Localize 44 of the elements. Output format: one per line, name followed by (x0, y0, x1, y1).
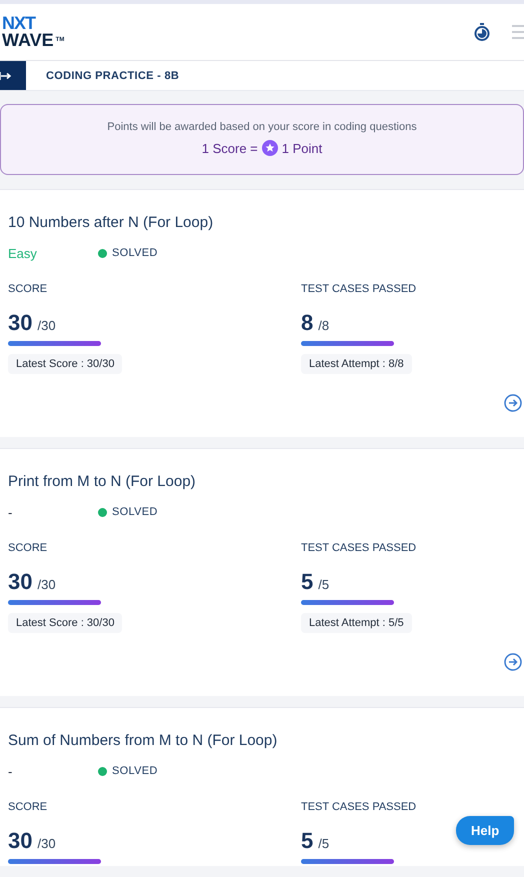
difficulty-label: Easy (8, 246, 38, 260)
stat-label: SCORE (8, 283, 48, 296)
stat-value: 5 (301, 828, 314, 854)
status-label: SOLVED (112, 506, 158, 518)
stat-value: 30 (8, 310, 32, 336)
difficulty-label: - (8, 764, 14, 778)
help-button[interactable]: Help (456, 816, 514, 845)
stat-total: /5 (318, 836, 330, 851)
arrow-right-icon[interactable] (504, 394, 522, 412)
star-coin-icon (262, 140, 278, 156)
status-label: SOLVED (112, 765, 158, 777)
sidebar-toggle-button[interactable] (0, 61, 26, 90)
stopwatch-icon[interactable] (474, 23, 490, 41)
stat-total: /30 (37, 836, 56, 851)
stat-label: TEST CASES PASSED (301, 283, 418, 296)
stat-total: /8 (318, 318, 330, 333)
latest-result-chip: Latest Score : 30/30 (8, 354, 122, 374)
stat-label: TEST CASES PASSED (301, 801, 418, 814)
logo-text: WAVE (2, 32, 54, 49)
arrow-right-icon (0, 72, 12, 80)
score-label: 1 Score = (202, 140, 258, 156)
latest-result-chip: Latest Attempt : 8/8 (301, 354, 412, 374)
stat-total: /30 (37, 318, 56, 333)
difficulty-label: - (8, 504, 14, 520)
question-title[interactable]: 10 Numbers after N (For Loop) (8, 214, 516, 231)
stat-label: SCORE (8, 542, 48, 555)
point-label: 1 Point (282, 140, 322, 156)
stat-value: 5 (301, 569, 314, 595)
arrow-right-icon[interactable] (504, 653, 522, 671)
stat-label: TEST CASES PASSED (301, 542, 418, 555)
status-label: SOLVED (112, 247, 158, 259)
points-info-text: Points will be awarded based on your score in coding questions (106, 121, 418, 133)
question-title[interactable]: Sum of Numbers from M to N (For Loop) (8, 732, 516, 749)
logo-text: NXT (2, 15, 36, 32)
stat-value: 30 (8, 569, 32, 595)
stat-value: 8 (301, 310, 314, 336)
stat-total: /5 (318, 577, 330, 592)
page-title: CODING PRACTICE - 8B (46, 70, 180, 82)
latest-result-chip: Latest Score : 30/30 (8, 613, 122, 633)
question-title[interactable]: Print from M to N (For Loop) (8, 473, 516, 490)
stat-value: 30 (8, 828, 32, 854)
stat-total: /30 (37, 577, 56, 592)
latest-result-chip: Latest Attempt : 5/5 (301, 613, 412, 633)
stat-label: SCORE (8, 801, 48, 814)
